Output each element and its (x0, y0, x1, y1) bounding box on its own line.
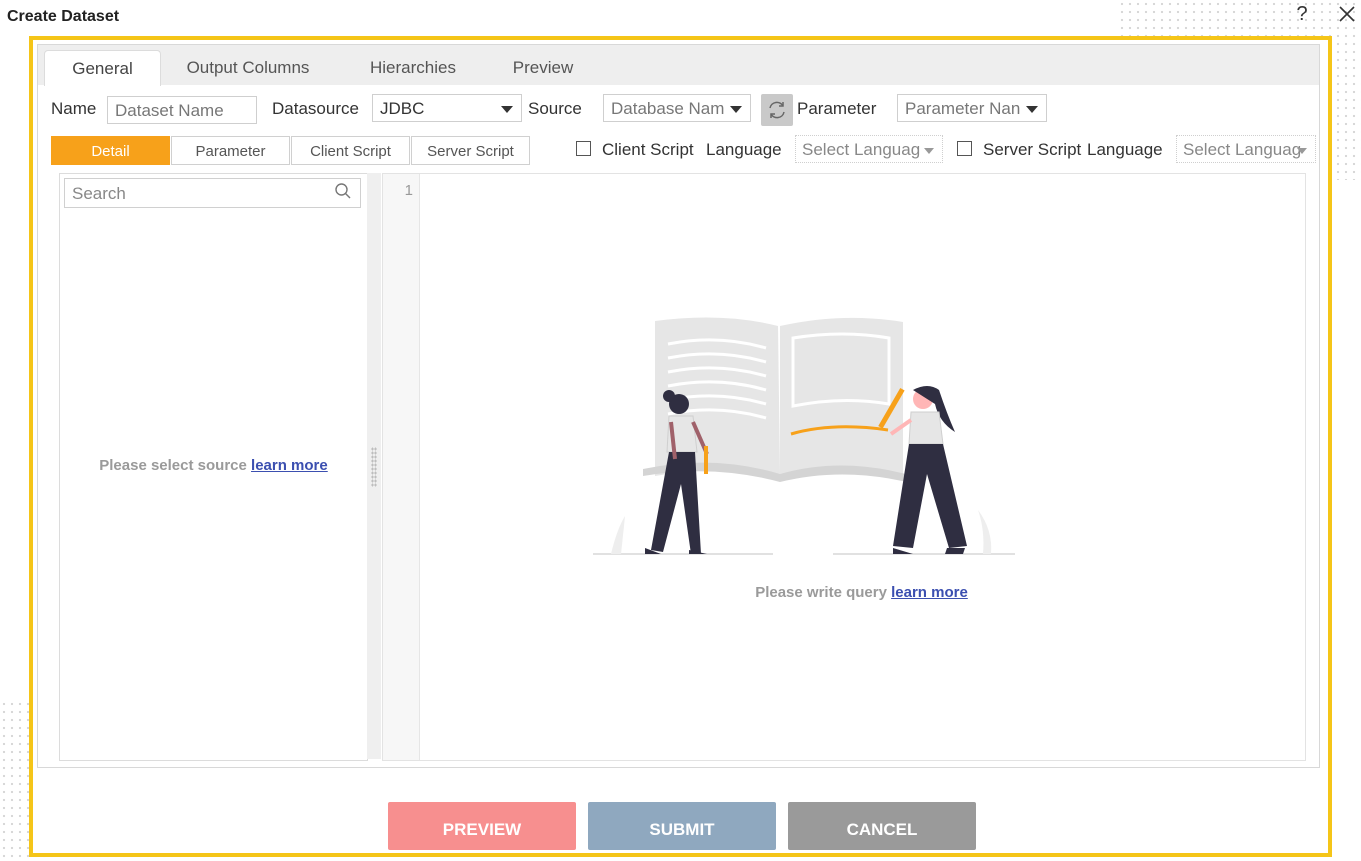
dialog-title: Create Dataset (7, 8, 120, 25)
source-placeholder: Database Nam (611, 99, 725, 118)
main-tab-bar: General Output Columns Hierarchies Previ… (38, 45, 1319, 86)
left-empty-state: Please select source learn more (60, 457, 367, 474)
client-language-select[interactable]: Select Languag (795, 135, 943, 163)
source-select[interactable]: Database Nam (603, 94, 751, 122)
datasource-select[interactable]: JDBC (372, 94, 522, 122)
cancel-button[interactable]: CANCEL (788, 802, 976, 850)
dropdown-caret-icon (730, 106, 742, 113)
name-label: Name (51, 99, 97, 118)
server-language-label: Language (1087, 140, 1163, 159)
dropdown-caret-icon (924, 148, 934, 154)
book-illustration (593, 317, 1015, 555)
parameter-select[interactable]: Parameter Nan (897, 94, 1047, 122)
source-tree-panel: Search Please select source learn more (59, 173, 368, 761)
drag-handle-icon[interactable] (371, 447, 377, 487)
left-learn-more-link[interactable]: learn more (251, 457, 328, 474)
dropdown-caret-icon (1026, 106, 1038, 113)
line-number: 1 (404, 182, 413, 199)
subtab-parameter[interactable]: Parameter (171, 136, 290, 165)
subtab-server-script[interactable]: Server Script (411, 136, 530, 165)
search-input[interactable]: Search (64, 178, 361, 208)
datasource-label: Datasource (272, 99, 359, 118)
tab-general[interactable]: General (44, 50, 161, 86)
line-number-gutter: 1 (383, 174, 420, 760)
tab-preview[interactable]: Preview (493, 50, 593, 85)
client-language-placeholder: Select Languag (802, 140, 921, 159)
close-icon[interactable] (1336, 3, 1358, 25)
client-language-label: Language (706, 140, 782, 159)
server-language-select[interactable]: Select Languag (1176, 135, 1316, 163)
editor-empty-text: Please write query (755, 584, 887, 601)
refresh-icon (769, 101, 785, 119)
search-icon[interactable] (334, 182, 352, 200)
parameter-placeholder: Parameter Nan (905, 99, 1021, 118)
tab-hierarchies[interactable]: Hierarchies (348, 50, 478, 85)
server-language-placeholder: Select Languag (1183, 140, 1302, 159)
dataset-dialog-frame: General Output Columns Hierarchies Previ… (29, 36, 1332, 857)
source-label: Source (528, 99, 582, 118)
dataset-name-input[interactable]: Dataset Name (107, 96, 257, 124)
subtab-client-script[interactable]: Client Script (291, 136, 410, 165)
editor-empty-state: Please write query learn more (419, 584, 1304, 601)
server-script-label: Server Script (983, 140, 1082, 159)
dataset-form-container: General Output Columns Hierarchies Previ… (37, 44, 1320, 768)
client-script-checkbox[interactable] (576, 141, 591, 156)
dropdown-caret-icon (501, 106, 513, 113)
panel-splitter[interactable] (367, 173, 381, 759)
search-placeholder: Search (72, 184, 126, 203)
left-empty-text: Please select source (99, 457, 247, 474)
tab-output-columns[interactable]: Output Columns (168, 50, 328, 85)
parameter-label: Parameter (797, 99, 877, 118)
client-script-label: Client Script (602, 140, 694, 159)
help-icon[interactable]: ? (1292, 2, 1312, 26)
preview-button[interactable]: PREVIEW (388, 802, 576, 850)
subtab-detail[interactable]: Detail (51, 136, 170, 165)
submit-button[interactable]: SUBMIT (588, 802, 776, 850)
query-editor[interactable]: 1 Please write query learn more (382, 173, 1306, 761)
server-script-checkbox[interactable] (957, 141, 972, 156)
datasource-value: JDBC (380, 99, 425, 118)
editor-learn-more-link[interactable]: learn more (891, 584, 968, 601)
dropdown-caret-icon (1297, 148, 1307, 154)
refresh-button[interactable] (761, 94, 793, 126)
